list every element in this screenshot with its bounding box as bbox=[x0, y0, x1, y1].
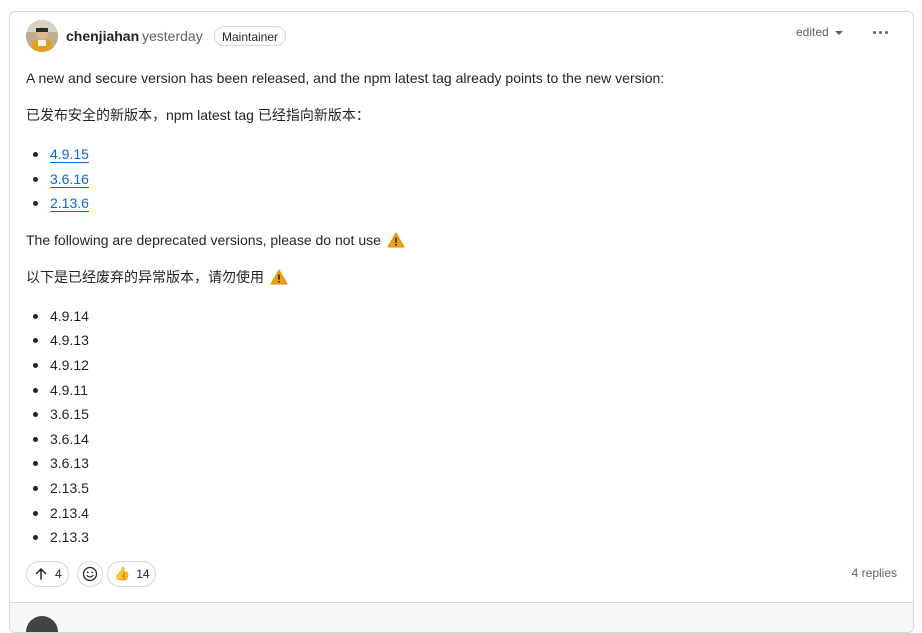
deprecated-en-text: The following are deprecated versions, p… bbox=[26, 231, 381, 248]
list-item: 4.9.12 bbox=[26, 353, 897, 378]
version-link[interactable]: 2.13.6 bbox=[50, 195, 89, 211]
author-name[interactable]: chenjiahan bbox=[66, 28, 139, 44]
paragraph-en-release: A new and secure version has been releas… bbox=[26, 70, 665, 86]
deprecated-versions-list: 4.9.14 4.9.13 4.9.12 4.9.11 3.6.15 3.6.1… bbox=[26, 304, 897, 550]
list-item: 2.13.3 bbox=[26, 525, 897, 550]
warning-icon bbox=[387, 232, 405, 248]
paragraph-zh-release: 已发布安全的新版本，npm latest tag 已经指向新版本： bbox=[26, 107, 370, 123]
list-item: 3.6.16 bbox=[26, 167, 897, 192]
smiley-icon bbox=[82, 566, 98, 582]
list-item: 2.13.4 bbox=[26, 501, 897, 526]
avatar-image bbox=[26, 20, 58, 52]
safe-versions-list: 4.9.15 3.6.16 2.13.6 bbox=[26, 142, 897, 216]
add-reaction-button[interactable] bbox=[77, 561, 103, 587]
list-item: 3.6.14 bbox=[26, 427, 897, 452]
discussion-comment: chenjiahan yesterday Maintainer edited A… bbox=[9, 11, 914, 633]
warning-icon bbox=[270, 269, 288, 285]
kebab-horizontal-icon[interactable] bbox=[868, 22, 892, 42]
thumbs-up-reaction[interactable]: 👍 14 bbox=[107, 561, 156, 587]
paragraph-zh-deprecated: 以下是已经废弃的异常版本，请勿使用 bbox=[26, 267, 897, 287]
comment-footer: 4 👍 14 4 replies bbox=[26, 561, 897, 587]
version-link[interactable]: 4.9.15 bbox=[50, 146, 89, 162]
maintainer-badge: Maintainer bbox=[214, 26, 287, 46]
paragraph-en-deprecated: The following are deprecated versions, p… bbox=[26, 230, 897, 250]
edited-history-dropdown[interactable]: edited bbox=[796, 25, 843, 39]
list-item: 4.9.15 bbox=[26, 142, 897, 167]
arrow-up-icon bbox=[35, 568, 47, 580]
upvote-button[interactable]: 4 bbox=[26, 561, 69, 587]
author-avatar[interactable] bbox=[26, 20, 58, 52]
next-reply-strip bbox=[10, 602, 913, 632]
deprecated-zh-text: 以下是已经废弃的异常版本，请勿使用 bbox=[26, 268, 264, 285]
triangle-down-icon bbox=[834, 30, 843, 35]
list-item: 3.6.13 bbox=[26, 451, 897, 476]
thumbs-up-count: 14 bbox=[136, 567, 150, 581]
list-item: 4.9.11 bbox=[26, 378, 897, 403]
list-item: 2.13.6 bbox=[26, 191, 897, 216]
upvote-count: 4 bbox=[55, 567, 62, 581]
version-link[interactable]: 3.6.16 bbox=[50, 171, 89, 187]
comment-timestamp[interactable]: yesterday bbox=[142, 28, 203, 44]
edited-label: edited bbox=[796, 25, 829, 39]
replies-count[interactable]: 4 replies bbox=[852, 566, 897, 580]
list-item: 4.9.13 bbox=[26, 328, 897, 353]
comment-body: A new and secure version has been releas… bbox=[26, 68, 897, 564]
list-item: 3.6.15 bbox=[26, 402, 897, 427]
list-item: 4.9.14 bbox=[26, 304, 897, 329]
comment-header: chenjiahan yesterday Maintainer edited bbox=[10, 12, 913, 60]
thumbs-up-emoji: 👍 bbox=[114, 566, 131, 581]
reply-avatar[interactable] bbox=[26, 616, 58, 632]
list-item: 2.13.5 bbox=[26, 476, 897, 501]
